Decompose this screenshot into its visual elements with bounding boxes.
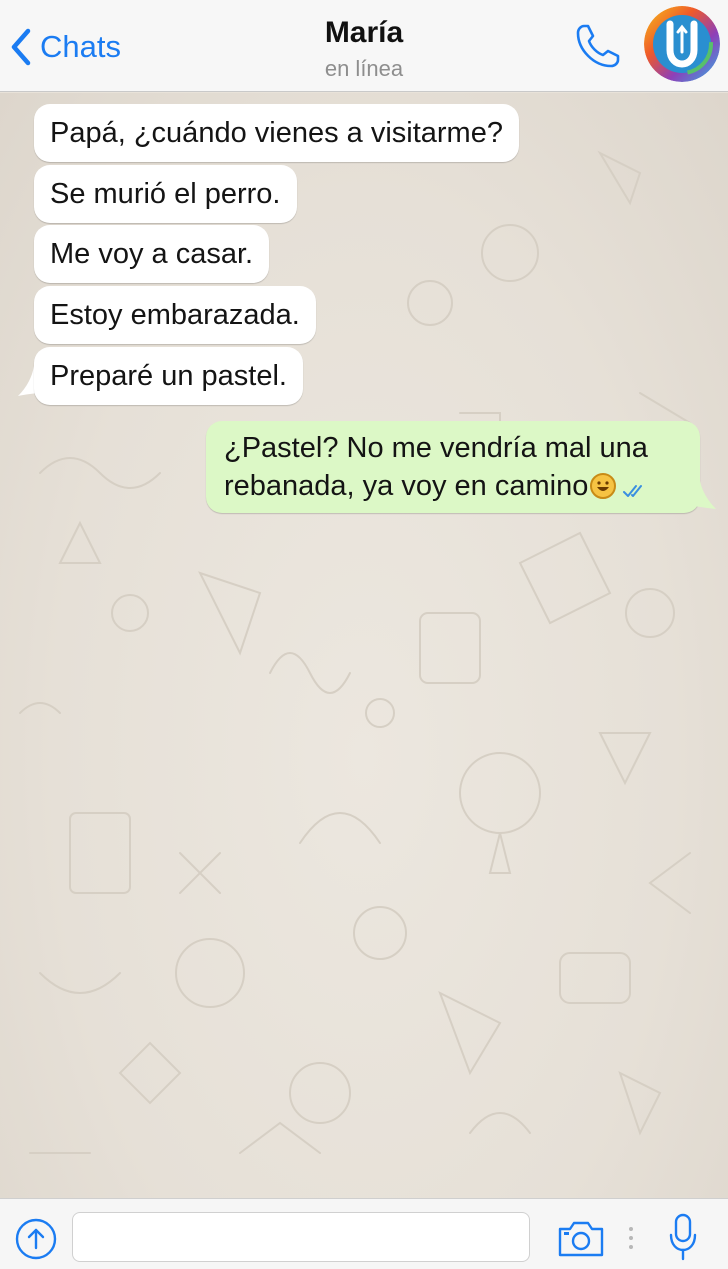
back-label: Chats (40, 29, 121, 64)
incoming-message[interactable]: Estoy embarazada. (34, 286, 316, 344)
message-input-bar (0, 1198, 728, 1269)
incoming-message[interactable]: Preparé un pastel. (34, 347, 303, 405)
chevron-left-icon (11, 28, 31, 66)
outgoing-message-line: ¿Pastel? No me vendría mal una (224, 432, 648, 464)
arrow-up-circle-icon (15, 1218, 57, 1260)
navigation-bar: Chats María en línea (0, 0, 728, 92)
microphone-button[interactable] (668, 1213, 698, 1263)
avatar[interactable] (644, 6, 720, 82)
grinning-face-emoji-icon (590, 473, 617, 499)
message-input[interactable] (72, 1212, 530, 1262)
back-button[interactable]: Chats (10, 22, 121, 72)
chat-screen: Chats María en línea Papá, ¿cuándo viene… (0, 0, 728, 1269)
divider-dots (629, 1227, 633, 1249)
outgoing-message-line-row: rebanada, ya voy en camino (224, 467, 684, 505)
outgoing-message[interactable]: ¿Pastel? No me vendría mal una rebanada,… (206, 421, 700, 513)
incoming-message[interactable]: Se murió el perro. (34, 165, 297, 223)
camera-icon (558, 1221, 604, 1257)
contact-status: en línea (324, 56, 404, 81)
outgoing-bubble-tail (690, 481, 716, 509)
message-list[interactable]: Papá, ¿cuándo vienes a visitarme? Se mur… (0, 93, 728, 1198)
incoming-message[interactable]: Papá, ¿cuándo vienes a visitarme? (34, 104, 519, 162)
contact-name: María (324, 16, 404, 49)
outgoing-message-line: rebanada, ya voy en camino (224, 470, 589, 502)
contact-title[interactable]: María en línea (214, 14, 514, 84)
attach-button[interactable] (14, 1217, 58, 1261)
phone-icon (576, 24, 620, 68)
camera-button[interactable] (556, 1219, 606, 1259)
read-receipt-double-check-icon (623, 485, 643, 497)
call-button[interactable] (572, 20, 624, 72)
incoming-message[interactable]: Me voy a casar. (34, 225, 270, 283)
microphone-icon (669, 1213, 697, 1261)
u-logo-avatar-icon (644, 6, 720, 82)
